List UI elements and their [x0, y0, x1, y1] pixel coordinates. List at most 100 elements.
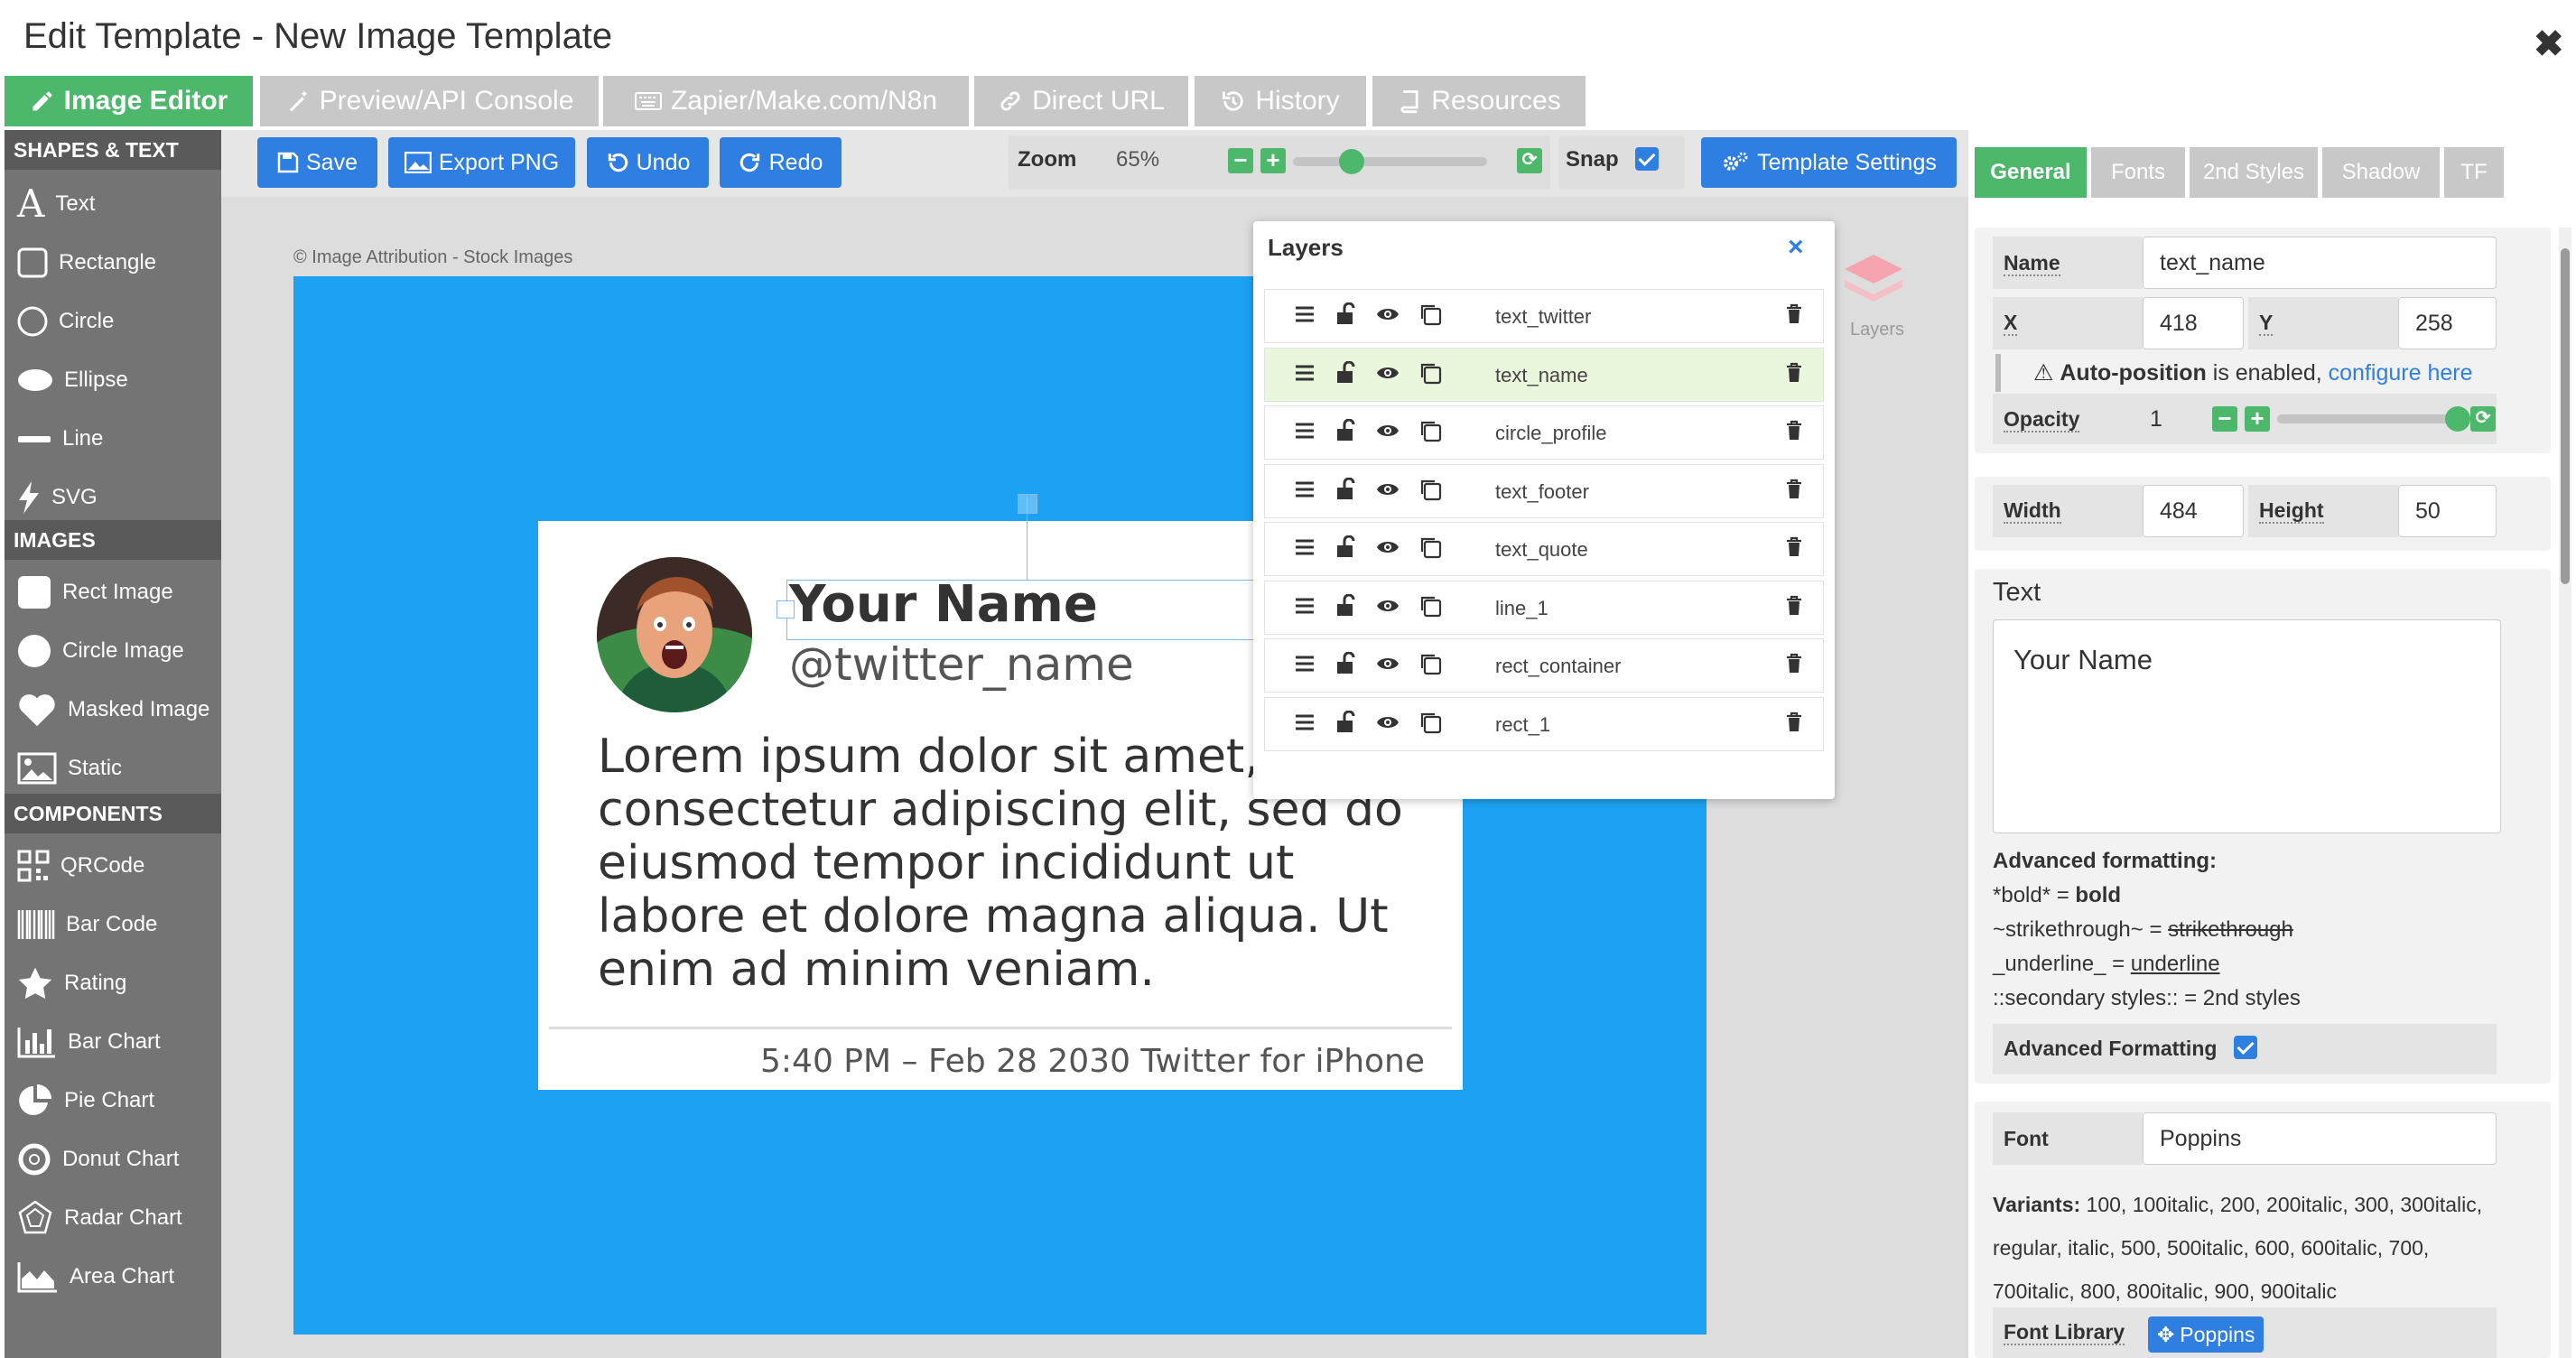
- layer-row[interactable]: text_name: [1264, 347, 1824, 402]
- template-settings-button[interactable]: Template Settings: [1701, 137, 1957, 188]
- unlock-icon[interactable]: [1335, 535, 1357, 559]
- advanced-formatting-checkbox[interactable]: [2234, 1036, 2257, 1059]
- sidebar-item-rect-image[interactable]: Rect Image: [5, 565, 221, 619]
- tab-tf[interactable]: TF: [2444, 147, 2504, 198]
- sidebar-item-text[interactable]: A Text: [5, 177, 221, 231]
- tab-shadow[interactable]: Shadow: [2322, 147, 2440, 198]
- zoom-slider-handle[interactable]: [1338, 149, 1364, 174]
- opacity-reset-button[interactable]: ⟳: [2470, 406, 2496, 432]
- layer-row[interactable]: line_1: [1264, 580, 1824, 635]
- opacity-increase-button[interactable]: +: [2245, 406, 2270, 432]
- drag-handle-icon[interactable]: [1294, 362, 1316, 384]
- unlock-icon[interactable]: [1335, 477, 1357, 501]
- sidebar-item-svg[interactable]: SVG: [5, 470, 221, 525]
- layer-row[interactable]: text_footer: [1264, 463, 1824, 518]
- profile-photo[interactable]: [597, 557, 752, 712]
- sidebar-item-rectangle[interactable]: Rectangle: [5, 236, 221, 290]
- text-footer[interactable]: 5:40 PM – Feb 28 2030 Twitter for iPhone: [760, 1043, 1425, 1080]
- duplicate-icon[interactable]: [1418, 302, 1442, 326]
- tab-general[interactable]: General: [1975, 147, 2087, 198]
- tab-direct-url[interactable]: Direct URL: [974, 76, 1188, 126]
- sidebar-item-bar-code[interactable]: Bar Code: [5, 898, 221, 952]
- layer-row[interactable]: circle_profile: [1264, 405, 1824, 460]
- sidebar-item-static[interactable]: Static: [5, 741, 221, 795]
- drag-handle-icon[interactable]: [1294, 303, 1316, 325]
- unlock-icon[interactable]: [1335, 593, 1357, 618]
- trash-icon[interactable]: [1785, 712, 1803, 733]
- text-value-textarea[interactable]: Your Name: [1993, 619, 2501, 833]
- sidebar-item-pie-chart[interactable]: Pie Chart: [5, 1074, 221, 1128]
- y-input[interactable]: 258: [2398, 297, 2497, 349]
- opacity-slider-handle[interactable]: [2445, 406, 2470, 432]
- height-input[interactable]: 50: [2398, 485, 2497, 537]
- close-layers-icon[interactable]: ×: [1788, 232, 1804, 263]
- configure-here-link[interactable]: configure here: [2329, 360, 2473, 386]
- sidebar-item-bar-chart[interactable]: Bar Chart: [5, 1015, 221, 1069]
- duplicate-icon[interactable]: [1418, 361, 1442, 385]
- sidebar-item-masked-image[interactable]: Masked Image: [5, 683, 221, 737]
- eye-icon[interactable]: [1375, 421, 1400, 441]
- duplicate-icon[interactable]: [1418, 419, 1442, 442]
- zoom-reset-button[interactable]: ⟳: [1517, 148, 1542, 173]
- sidebar-item-donut-chart[interactable]: Donut Chart: [5, 1132, 221, 1186]
- export-png-button[interactable]: Export PNG: [388, 137, 575, 188]
- eye-icon[interactable]: [1375, 596, 1400, 616]
- text-name[interactable]: Your Name: [789, 575, 1098, 634]
- duplicate-icon[interactable]: [1418, 535, 1442, 559]
- text-twitter[interactable]: @twitter_name: [789, 638, 1134, 691]
- drag-handle-icon[interactable]: [1294, 595, 1316, 617]
- tab-zapier[interactable]: Zapier/Make.com/N8n: [603, 76, 969, 126]
- eye-icon[interactable]: [1375, 654, 1400, 674]
- redo-button[interactable]: Redo: [720, 137, 842, 188]
- duplicate-icon[interactable]: [1418, 652, 1442, 675]
- drag-handle-icon[interactable]: [1294, 536, 1316, 558]
- eye-icon[interactable]: [1375, 304, 1400, 324]
- sidebar-item-radar-chart[interactable]: Radar Chart: [5, 1191, 221, 1245]
- rotation-handle[interactable]: [1018, 494, 1037, 514]
- layer-row[interactable]: text_twitter: [1264, 289, 1824, 343]
- sidebar-item-circle[interactable]: Circle: [5, 294, 221, 349]
- trash-icon[interactable]: [1785, 595, 1803, 617]
- layer-row[interactable]: rect_1: [1264, 696, 1824, 751]
- save-button[interactable]: Save: [257, 137, 377, 188]
- eye-icon[interactable]: [1375, 712, 1400, 732]
- trash-icon[interactable]: [1785, 420, 1803, 442]
- unlock-icon[interactable]: [1335, 419, 1357, 442]
- drag-handle-icon[interactable]: [1294, 653, 1316, 674]
- drag-handle-icon[interactable]: [1294, 712, 1316, 733]
- zoom-in-button[interactable]: +: [1260, 148, 1286, 173]
- sidebar-item-line[interactable]: Line: [5, 412, 221, 466]
- zoom-slider-track[interactable]: [1293, 157, 1487, 166]
- font-library-button[interactable]: ✥ Poppins: [2148, 1316, 2264, 1353]
- eye-icon[interactable]: [1375, 479, 1400, 499]
- unlock-icon[interactable]: [1335, 710, 1357, 734]
- name-input[interactable]: text_name: [2143, 237, 2497, 289]
- sidebar-item-circle-image[interactable]: Circle Image: [5, 624, 221, 678]
- unlock-icon[interactable]: [1335, 302, 1357, 326]
- x-input[interactable]: 418: [2143, 297, 2244, 349]
- opacity-slider-track[interactable]: [2277, 414, 2458, 423]
- duplicate-icon[interactable]: [1418, 711, 1442, 734]
- zoom-out-button[interactable]: −: [1228, 148, 1253, 173]
- tab-2nd-styles[interactable]: 2nd Styles: [2190, 147, 2318, 198]
- trash-icon[interactable]: [1785, 479, 1803, 500]
- trash-icon[interactable]: [1785, 303, 1803, 325]
- layer-row[interactable]: rect_container: [1264, 638, 1824, 693]
- drag-handle-icon[interactable]: [1294, 479, 1316, 500]
- sidebar-item-qrcode[interactable]: QRCode: [5, 839, 221, 893]
- trash-icon[interactable]: [1785, 653, 1803, 674]
- snap-checkbox[interactable]: [1635, 147, 1659, 171]
- eye-icon[interactable]: [1375, 537, 1400, 557]
- undo-button[interactable]: Undo: [587, 137, 709, 188]
- duplicate-icon[interactable]: [1418, 594, 1442, 618]
- opacity-decrease-button[interactable]: −: [2212, 406, 2237, 432]
- close-icon[interactable]: ✖: [2534, 23, 2564, 65]
- eye-icon[interactable]: [1375, 363, 1400, 383]
- scrollbar-thumb[interactable]: [2561, 248, 2570, 584]
- tab-history[interactable]: History: [1195, 76, 1366, 126]
- width-input[interactable]: 484: [2143, 485, 2244, 537]
- drag-handle-icon[interactable]: [1294, 420, 1316, 442]
- tab-image-editor[interactable]: Image Editor: [5, 76, 253, 126]
- trash-icon[interactable]: [1785, 536, 1803, 558]
- font-input[interactable]: Poppins: [2143, 1112, 2497, 1165]
